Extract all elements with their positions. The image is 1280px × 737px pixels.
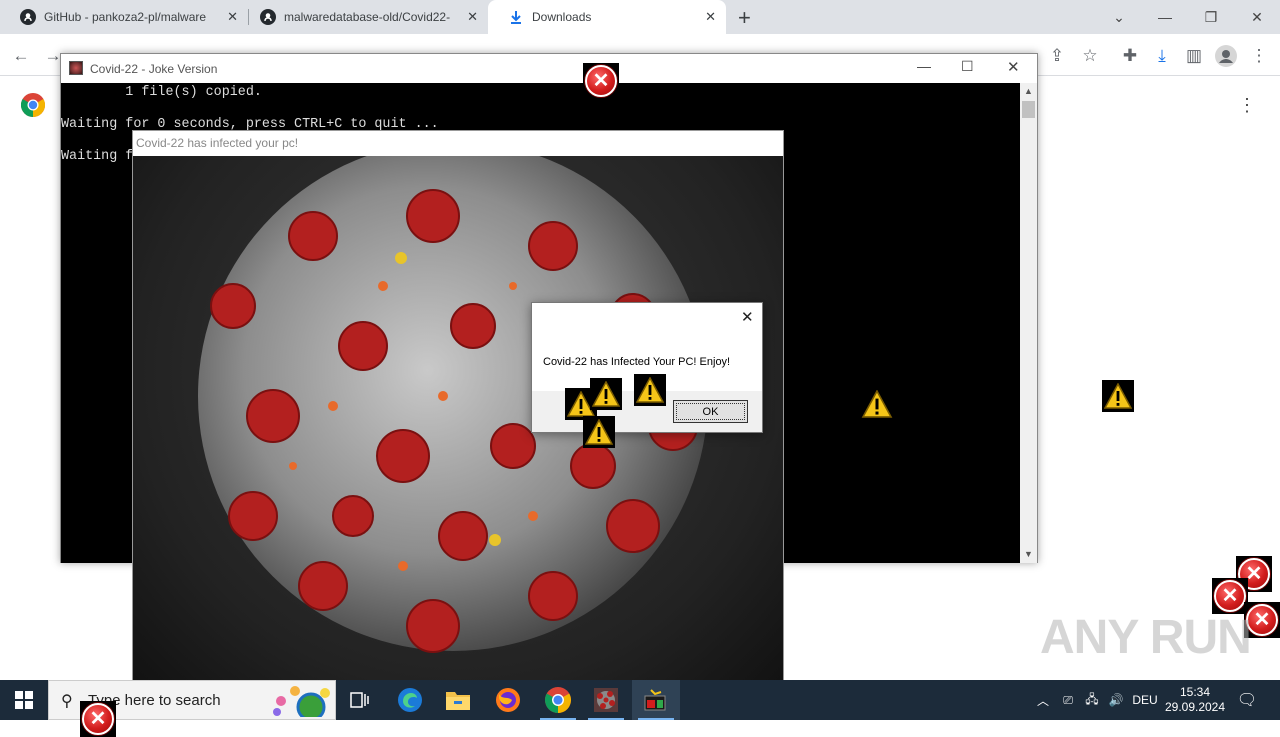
search-icon: ⚲ xyxy=(61,693,73,710)
tab-downloads[interactable]: Downloads ✕ xyxy=(488,0,726,34)
side-panel-icon[interactable]: ▥ xyxy=(1181,44,1207,68)
restore-button[interactable]: ❐ xyxy=(1188,0,1234,34)
profile-avatar[interactable] xyxy=(1213,44,1239,68)
tab-label: GitHub - pankoza2-pl/malware xyxy=(44,10,207,24)
virus-app-icon xyxy=(69,61,83,75)
chrome-taskbar-icon[interactable] xyxy=(534,680,582,720)
image-window-title: Covid-22 has infected your pc! xyxy=(133,131,783,156)
anyrun-watermark: ANY RUN xyxy=(1040,611,1252,664)
covid22-console-icon[interactable] xyxy=(632,680,680,720)
chrome-logo-icon xyxy=(20,93,46,122)
error-icon: ✕ xyxy=(583,63,619,99)
tab-search-icon[interactable]: ⌄ xyxy=(1096,0,1142,34)
task-view-icon[interactable] xyxy=(336,680,384,720)
scroll-thumb[interactable] xyxy=(1022,101,1035,118)
warning-icon xyxy=(634,374,666,406)
ok-button[interactable]: OK xyxy=(673,400,748,423)
console-title: Covid-22 - Joke Version xyxy=(90,62,218,76)
new-tab-button[interactable]: + xyxy=(738,5,751,31)
maximize-button[interactable]: ☐ xyxy=(961,58,974,75)
console-line: 1 file(s) copied. xyxy=(61,85,262,100)
close-icon[interactable]: ✕ xyxy=(467,9,478,25)
edge-icon[interactable] xyxy=(386,680,434,720)
clock[interactable]: 15:34 29.09.2024 xyxy=(1164,680,1226,720)
error-icon: ✕ xyxy=(1212,578,1248,614)
covid22-app-icon[interactable] xyxy=(582,680,630,720)
tab-github-malware[interactable]: GitHub - pankoza2-pl/malware ✕ xyxy=(0,0,248,34)
tab-covid22-repo[interactable]: malwaredatabase-old/Covid22- ✕ xyxy=(240,0,488,34)
error-x-icon: ✕ xyxy=(1214,580,1246,612)
minimize-button[interactable]: — xyxy=(1142,0,1188,34)
warning-icon xyxy=(590,378,622,410)
notification-icon[interactable]: 🗨 xyxy=(1232,680,1262,720)
close-window-button[interactable]: ✕ xyxy=(1234,0,1280,34)
scroll-up-icon[interactable]: ▲ xyxy=(1024,86,1033,96)
close-icon[interactable]: ✕ xyxy=(227,9,238,25)
browser-tab-strip: GitHub - pankoza2-pl/malware ✕ malwareda… xyxy=(0,0,1280,34)
page-menu-icon[interactable]: ⋮ xyxy=(1238,95,1256,116)
clock-date: 29.09.2024 xyxy=(1164,700,1226,714)
scroll-down-icon[interactable]: ▼ xyxy=(1024,549,1033,559)
start-button[interactable] xyxy=(0,680,48,720)
firefox-icon[interactable] xyxy=(484,680,532,720)
console-titlebar: Covid-22 - Joke Version — ☐ ✕ xyxy=(61,54,1037,83)
error-x-icon: ✕ xyxy=(82,703,114,735)
github-icon xyxy=(260,9,276,25)
minimize-button[interactable]: — xyxy=(917,58,931,74)
file-explorer-icon[interactable] xyxy=(434,680,482,720)
clock-time: 15:34 xyxy=(1179,685,1211,699)
download-icon[interactable]: ⤓ xyxy=(1149,44,1175,68)
close-button[interactable]: ✕ xyxy=(1007,58,1020,76)
warning-icon xyxy=(1102,380,1134,412)
github-icon xyxy=(20,9,36,25)
menu-kebab-icon[interactable]: ⋮ xyxy=(1246,44,1272,68)
warning-icon xyxy=(861,389,893,423)
tab-label: malwaredatabase-old/Covid22- xyxy=(284,10,451,24)
message-text: Covid-22 has Infected Your PC! Enjoy! xyxy=(543,356,731,368)
network-icon[interactable]: 🖧 xyxy=(1082,680,1102,720)
console-scrollbar[interactable]: ▲ ▼ xyxy=(1020,83,1037,563)
meet-now-icon[interactable]: ⎚ xyxy=(1058,680,1078,720)
tray-overflow-icon[interactable]: ︿ xyxy=(1034,680,1052,720)
search-highlight-image xyxy=(271,685,333,722)
warning-icon xyxy=(583,416,615,448)
close-button[interactable]: ✕ xyxy=(741,308,754,326)
tab-label: Downloads xyxy=(532,10,592,24)
error-icon: ✕ xyxy=(80,701,116,737)
error-x-icon: ✕ xyxy=(585,65,617,97)
windows-logo-icon xyxy=(15,691,33,709)
volume-icon[interactable]: 🔊 xyxy=(1106,680,1126,720)
back-icon[interactable]: ← xyxy=(8,44,34,68)
share-icon[interactable]: ⇪ xyxy=(1044,44,1070,68)
download-icon xyxy=(508,9,524,25)
language-indicator[interactable]: DEU xyxy=(1130,680,1160,720)
extensions-icon[interactable]: ✚ xyxy=(1117,44,1143,68)
close-icon[interactable]: ✕ xyxy=(705,9,716,25)
bookmark-star-icon[interactable]: ☆ xyxy=(1077,44,1103,68)
